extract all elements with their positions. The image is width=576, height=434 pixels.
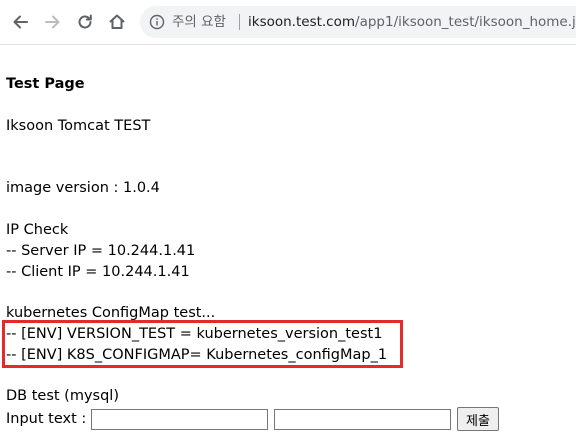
back-button[interactable] [7,9,33,35]
text-input-2[interactable] [274,409,451,430]
reload-button[interactable] [72,9,98,35]
url-text[interactable]: iksoon.test.com/app1/iksoon_test/iksoon_… [248,12,576,32]
divider [239,14,240,30]
ip-check-title: IP Check [6,222,69,238]
client-ip-text: -- Client IP = 10.244.1.41 [6,264,190,280]
image-version-text: image version : 1.0.4 [6,180,160,196]
env-k8s-configmap-text: -- [ENV] K8S_CONFIGMAP= Kubernetes_confi… [6,347,388,363]
address-bar[interactable]: 주의 요함 iksoon.test.com/app1/iksoon_test/i… [140,6,576,38]
submit-button[interactable]: 제출 [457,407,499,431]
url-path: /app1/iksoon_test/iksoon_home.jsp [355,14,576,30]
server-ip-text: -- Server IP = 10.244.1.41 [6,243,196,259]
page-subtitle: Iksoon Tomcat TEST [6,118,151,134]
page-title: Test Page [6,76,85,92]
env-version-test-text: -- [ENV] VERSION_TEST = kubernetes_versi… [6,326,383,342]
home-button[interactable] [104,9,130,35]
forward-button[interactable] [40,9,66,35]
security-status[interactable]: 주의 요함 [172,12,226,32]
home-icon [109,14,125,29]
text-input-1[interactable] [91,409,268,430]
url-host: iksoon.test.com [248,14,356,30]
arrow-left-icon [13,15,28,29]
reload-icon [78,14,92,29]
input-label: Input text : [6,411,87,427]
info-icon[interactable] [149,14,165,30]
db-test-title: DB test (mysql) [6,388,119,404]
browser-toolbar: 주의 요함 iksoon.test.com/app1/iksoon_test/i… [0,0,576,45]
arrow-right-icon [45,15,60,29]
